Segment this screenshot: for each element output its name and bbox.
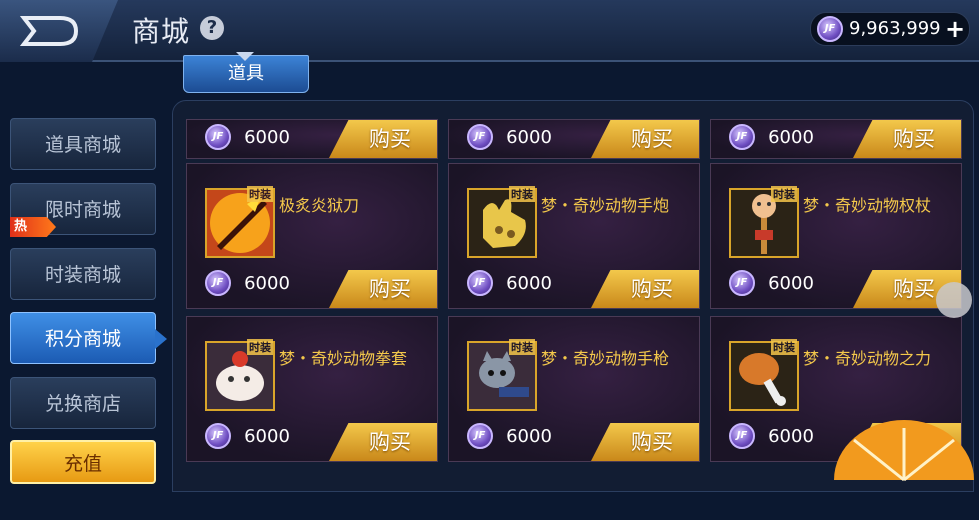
buy-button[interactable]: 购买	[591, 270, 699, 308]
points-coin-icon: JF	[467, 124, 493, 150]
price: 6000	[768, 425, 814, 447]
price-row: JF 6000	[467, 423, 552, 449]
price-row: JF 6000	[729, 423, 814, 449]
product-card: 时装 极炙炎狱刀 JF 6000 购买	[186, 163, 438, 309]
fashion-tag: 时装	[771, 339, 797, 355]
add-currency-button[interactable]: +	[945, 15, 965, 43]
orange-slice-icon[interactable]	[834, 420, 974, 520]
top-bar: 商城 ? JF 9,963,999 +	[0, 0, 979, 62]
points-coin-icon: JF	[729, 423, 755, 449]
price: 6000	[244, 272, 290, 294]
price-row: JF 6000	[729, 270, 814, 296]
item-name: 梦・奇妙动物之力	[803, 349, 932, 368]
tab-label: 道具	[228, 63, 264, 84]
item-name: 梦・奇妙动物拳套	[279, 349, 408, 368]
points-coin-icon: JF	[205, 124, 231, 150]
price: 6000	[244, 126, 290, 148]
tab-items[interactable]: 道具	[183, 52, 309, 93]
product-card: 时装 梦・奇妙动物权杖 JF 6000 购买	[710, 163, 962, 309]
points-coin-icon: JF	[729, 270, 755, 296]
sidebar-item-fashion-shop[interactable]: 时装商城	[10, 248, 156, 300]
back-icon	[20, 16, 79, 46]
price: 6000	[506, 425, 552, 447]
sidebar-item-exchange-shop[interactable]: 兑换商店	[10, 377, 156, 429]
points-coin-icon: JF	[467, 270, 493, 296]
item-name: 极炙炎狱刀	[279, 196, 360, 215]
buy-button[interactable]: 购买	[591, 423, 699, 461]
buy-button[interactable]: 购买	[329, 270, 437, 308]
points-coin-icon: JF	[729, 124, 755, 150]
currency-value: 9,963,999	[849, 18, 941, 39]
price-row: JF 6000	[467, 124, 552, 150]
fashion-tag: 时装	[247, 186, 273, 202]
fashion-tag: 时装	[509, 186, 535, 202]
buy-button[interactable]: 购买	[591, 120, 699, 158]
price-row: JF 6000	[729, 124, 814, 150]
item-name: 梦・奇妙动物手枪	[541, 349, 670, 368]
fashion-tag: 时装	[247, 339, 273, 355]
points-coin-icon: JF	[205, 270, 231, 296]
price: 6000	[506, 126, 552, 148]
price-row: JF 6000	[467, 270, 552, 296]
product-card: JF 6000 购买	[186, 119, 438, 159]
buy-button[interactable]: 购买	[329, 120, 437, 158]
currency-display: JF 9,963,999 +	[810, 12, 970, 46]
recharge-button[interactable]: 充值	[10, 440, 156, 484]
hot-badge: 热	[10, 217, 56, 237]
page-title: 商城	[132, 15, 191, 48]
price-row: JF 6000	[205, 423, 290, 449]
points-coin-icon: JF	[205, 423, 231, 449]
fashion-tag: 时装	[771, 186, 797, 202]
floating-assistant-button[interactable]	[936, 282, 972, 318]
product-card: JF 6000 购买	[710, 119, 962, 159]
buy-button[interactable]: 购买	[853, 120, 961, 158]
sidebar-item-points-shop[interactable]: 积分商城	[10, 312, 167, 364]
price-row: JF 6000	[205, 270, 290, 296]
product-card: 时装 梦・奇妙动物拳套 JF 6000 购买	[186, 316, 438, 462]
product-card: JF 6000 购买	[448, 119, 700, 159]
price-row: JF 6000	[205, 124, 290, 150]
item-name: 梦・奇妙动物权杖	[803, 196, 932, 215]
price: 6000	[768, 272, 814, 294]
points-coin-icon: JF	[467, 423, 493, 449]
help-icon[interactable]: ?	[200, 16, 224, 40]
sidebar-item-props-shop[interactable]: 道具商城	[10, 118, 156, 170]
buy-button[interactable]: 购买	[329, 423, 437, 461]
points-coin-icon: JF	[817, 16, 843, 42]
product-card: 时装 梦・奇妙动物手枪 JF 6000 购买	[448, 316, 700, 462]
back-button[interactable]	[0, 0, 118, 62]
fashion-tag: 时装	[509, 339, 535, 355]
price: 6000	[768, 126, 814, 148]
price: 6000	[244, 425, 290, 447]
item-name: 梦・奇妙动物手炮	[541, 196, 670, 215]
tab-notch-icon	[236, 52, 254, 61]
product-card: 时装 梦・奇妙动物手炮 JF 6000 购买	[448, 163, 700, 309]
price: 6000	[506, 272, 552, 294]
